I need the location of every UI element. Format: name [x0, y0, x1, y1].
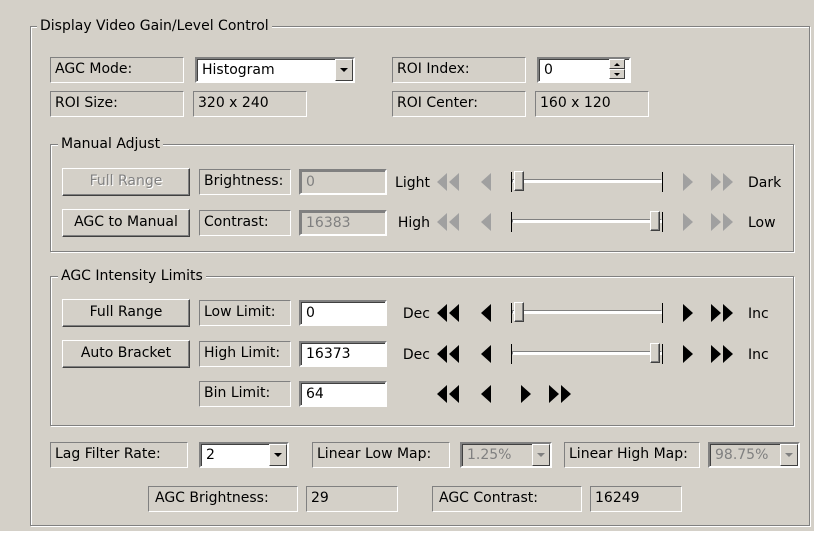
roi-size-value: 320 x 240: [193, 91, 307, 117]
brightness-input[interactable]: 0: [299, 169, 387, 195]
double-left-arrow-icon[interactable]: [434, 172, 462, 192]
contrast-left-label: High: [397, 215, 430, 231]
agc-brightness-value: 29: [306, 486, 398, 512]
linear-low-map-label: Linear Low Map:: [312, 442, 450, 468]
high-limit-label: High Limit:: [199, 341, 291, 367]
high-limit-slider[interactable]: [511, 343, 663, 365]
agc-mode-value: Histogram: [202, 62, 275, 78]
high-limit-inc-label: Inc: [748, 347, 769, 363]
contrast-value: 16383: [306, 215, 351, 231]
brightness-left-label: Light: [395, 175, 430, 191]
slider-thumb[interactable]: [650, 343, 660, 363]
spin-up-icon[interactable]: [609, 59, 625, 69]
linear-high-map-label: Linear High Map:: [564, 442, 700, 468]
contrast-label: Contrast:: [199, 210, 291, 236]
brightness-slider[interactable]: [511, 171, 663, 193]
left-arrow-icon[interactable]: [478, 303, 494, 323]
low-limit-input[interactable]: 0: [299, 300, 387, 326]
auto-bracket-button[interactable]: Auto Bracket: [62, 340, 190, 368]
bin-limit-value: 64: [306, 386, 324, 402]
left-arrow-icon[interactable]: [478, 344, 494, 364]
manual-full-range-button[interactable]: Full Range: [62, 168, 190, 196]
contrast-right-label: Low: [748, 215, 776, 231]
high-limit-value: 16373: [306, 346, 351, 362]
spin-down-icon[interactable]: [609, 69, 625, 79]
chevron-down-icon[interactable]: [780, 444, 798, 466]
slider-thumb[interactable]: [514, 171, 524, 191]
linear-high-map-select[interactable]: 98.75%: [708, 442, 800, 468]
slider-thumb[interactable]: [514, 302, 524, 322]
double-left-arrow-icon[interactable]: [434, 344, 462, 364]
left-arrow-icon[interactable]: [478, 212, 494, 232]
group-title: Display Video Gain/Level Control: [37, 17, 272, 35]
bin-limit-label: Bin Limit:: [199, 381, 291, 407]
linear-high-map-value: 98.75%: [715, 447, 769, 463]
limits-full-range-button[interactable]: Full Range: [62, 299, 190, 327]
low-limit-value: 0: [306, 305, 315, 321]
agc-to-manual-button[interactable]: AGC to Manual: [62, 209, 190, 237]
contrast-slider[interactable]: [511, 211, 663, 233]
low-limit-slider[interactable]: [511, 302, 663, 324]
agc-brightness-label: AGC Brightness:: [148, 486, 298, 512]
high-limit-input[interactable]: 16373: [299, 341, 387, 367]
chevron-down-icon[interactable]: [335, 59, 353, 81]
left-arrow-icon[interactable]: [478, 172, 494, 192]
double-right-arrow-icon[interactable]: [546, 384, 574, 404]
chevron-down-icon[interactable]: [532, 444, 550, 466]
double-left-arrow-icon[interactable]: [434, 212, 462, 232]
linear-low-map-value: 1.25%: [467, 447, 512, 463]
double-left-arrow-icon[interactable]: [434, 384, 462, 404]
brightness-value: 0: [306, 174, 315, 190]
roi-center-label: ROI Center:: [392, 91, 526, 117]
agc-mode-select[interactable]: Histogram: [195, 57, 355, 83]
double-right-arrow-icon[interactable]: [708, 172, 736, 192]
right-arrow-icon[interactable]: [680, 212, 696, 232]
right-arrow-icon[interactable]: [680, 344, 696, 364]
linear-low-map-select[interactable]: 1.25%: [460, 442, 552, 468]
high-limit-dec-label: Dec: [402, 347, 430, 363]
low-limit-label: Low Limit:: [199, 300, 291, 326]
roi-center-value: 160 x 120: [535, 91, 649, 117]
right-arrow-icon[interactable]: [680, 172, 696, 192]
double-left-arrow-icon[interactable]: [434, 303, 462, 323]
roi-index-value: 0: [544, 62, 553, 78]
right-arrow-icon[interactable]: [518, 384, 534, 404]
agc-intensity-limits-title: AGC Intensity Limits: [58, 267, 206, 285]
brightness-label: Brightness:: [199, 169, 291, 195]
bin-limit-input[interactable]: 64: [299, 381, 387, 407]
low-limit-dec-label: Dec: [402, 306, 430, 322]
agc-contrast-label: AGC Contrast:: [432, 486, 582, 512]
lag-filter-rate-value: 2: [206, 447, 215, 463]
left-arrow-icon[interactable]: [478, 384, 494, 404]
double-right-arrow-icon[interactable]: [708, 303, 736, 323]
roi-index-spinner[interactable]: [609, 59, 625, 79]
manual-adjust-title: Manual Adjust: [58, 135, 164, 153]
contrast-input[interactable]: 16383: [299, 210, 387, 236]
roi-size-label: ROI Size:: [50, 91, 184, 117]
agc-contrast-value: 16249: [590, 486, 682, 512]
right-arrow-icon[interactable]: [680, 303, 696, 323]
lag-filter-rate-select[interactable]: 2: [199, 442, 289, 468]
low-limit-inc-label: Inc: [748, 306, 769, 322]
agc-mode-label: AGC Mode:: [50, 57, 184, 83]
slider-thumb[interactable]: [650, 211, 660, 231]
roi-index-label: ROI Index:: [392, 57, 526, 83]
double-right-arrow-icon[interactable]: [708, 344, 736, 364]
dialog-panel: Display Video Gain/Level Control AGC Mod…: [0, 0, 814, 531]
lag-filter-rate-label: Lag Filter Rate:: [50, 442, 188, 468]
brightness-right-label: Dark: [748, 175, 782, 191]
chevron-down-icon[interactable]: [269, 444, 287, 466]
double-right-arrow-icon[interactable]: [708, 212, 736, 232]
